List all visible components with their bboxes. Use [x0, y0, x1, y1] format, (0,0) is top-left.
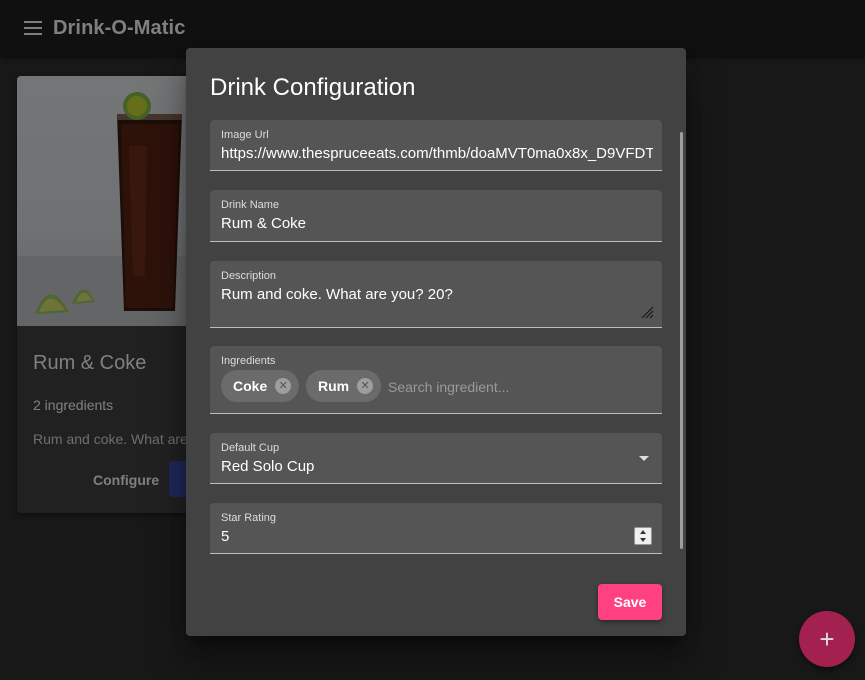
stepper-down-icon[interactable]: [635, 536, 651, 544]
plus-icon: +: [819, 624, 835, 654]
description-label: Description: [221, 270, 277, 282]
description-value[interactable]: Rum and coke. What are you? 20?: [221, 286, 653, 303]
image-url-label: Image Url: [221, 129, 269, 141]
chip-remove-icon[interactable]: ✕: [275, 378, 292, 394]
description-field[interactable]: Description Rum and coke. What are you? …: [210, 261, 662, 328]
number-stepper[interactable]: [634, 527, 652, 545]
drink-name-field[interactable]: Drink Name Rum & Coke: [210, 190, 662, 242]
ingredients-field[interactable]: Ingredients Coke ✕ Rum ✕: [210, 346, 662, 414]
default-cup-select[interactable]: Default Cup Red Solo Cup: [210, 433, 662, 484]
save-button[interactable]: Save: [598, 584, 662, 620]
chip-label: Rum: [318, 378, 350, 394]
star-rating-value[interactable]: 5: [221, 528, 653, 545]
dialog-scrollbar[interactable]: [680, 132, 683, 549]
dropdown-arrow-icon[interactable]: [639, 456, 649, 461]
ingredients-label: Ingredients: [221, 355, 276, 367]
resize-handle-icon[interactable]: [640, 305, 654, 319]
default-cup-value[interactable]: Red Solo Cup: [221, 458, 653, 475]
ingredient-chip-rum[interactable]: Rum ✕: [306, 370, 382, 402]
drink-name-label: Drink Name: [221, 199, 280, 211]
ingredient-chip-coke[interactable]: Coke ✕: [221, 370, 300, 402]
default-cup-label: Default Cup: [221, 442, 280, 454]
ingredient-search-input[interactable]: [388, 378, 648, 396]
drink-configuration-dialog: Drink Configuration Image Url https://ww…: [186, 48, 686, 636]
dialog-title: Drink Configuration: [210, 74, 416, 101]
drink-name-value[interactable]: Rum & Coke: [221, 215, 653, 232]
chip-label: Coke: [233, 378, 268, 394]
image-url-value[interactable]: https://www.thespruceeats.com/thmb/doaMV…: [221, 145, 653, 162]
add-drink-button[interactable]: +: [799, 611, 855, 667]
chip-remove-icon[interactable]: ✕: [357, 378, 374, 394]
image-url-field[interactable]: Image Url https://www.thespruceeats.com/…: [210, 120, 662, 171]
star-rating-label: Star Rating: [221, 512, 277, 524]
stepper-up-icon[interactable]: [635, 528, 651, 536]
star-rating-field[interactable]: Star Rating 5: [210, 503, 662, 554]
